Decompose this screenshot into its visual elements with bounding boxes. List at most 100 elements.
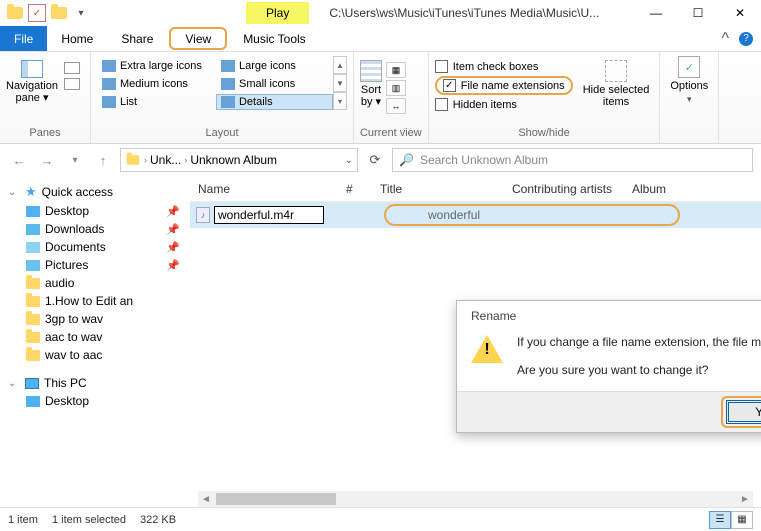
qat-dropdown-icon[interactable]: ▾ [72, 4, 90, 22]
pin-icon: 📌 [166, 241, 186, 254]
close-button[interactable]: ✕ [719, 0, 761, 26]
size-columns-button[interactable]: ↔ [386, 98, 406, 114]
ribbon-tabs: File Home Share View Music Tools ^ ? [0, 26, 761, 52]
column-headers: Name # Title Contributing artists Album [190, 176, 761, 202]
breadcrumb-dropdown-icon[interactable]: ⌄ [345, 155, 353, 166]
tree-downloads[interactable]: Downloads📌 [8, 220, 186, 238]
file-title-cell: wonderful [428, 208, 480, 222]
group-by-button[interactable]: ▦ [386, 62, 406, 78]
layout-scroll-more[interactable]: ▾ [333, 92, 347, 110]
tree-3gp[interactable]: 3gp to wav [8, 310, 186, 328]
navigation-tree: ⌄★Quick access Desktop📌 Downloads📌 Docum… [0, 176, 190, 476]
breadcrumb-segment[interactable]: Unk... [150, 153, 181, 167]
scroll-right-icon[interactable]: ► [737, 491, 753, 507]
layout-small-icons[interactable]: Small icons [216, 76, 333, 92]
sort-by-button[interactable]: Sort by ▾ [360, 60, 382, 114]
quick-access-toolbar: ✓ ▾ [0, 4, 96, 22]
folder-icon [127, 155, 140, 165]
tab-file[interactable]: File [0, 26, 47, 51]
tab-home[interactable]: Home [47, 26, 107, 51]
view-thumbnails-toggle[interactable]: ▦ [731, 511, 753, 529]
column-name[interactable]: Name [190, 182, 338, 196]
column-contributing-artists[interactable]: Contributing artists [504, 182, 624, 196]
preview-pane-button[interactable] [64, 62, 80, 74]
tree-documents[interactable]: Documents📌 [8, 238, 186, 256]
window-controls: — ☐ ✕ [635, 0, 761, 26]
recent-locations-icon[interactable]: ▾ [64, 149, 86, 171]
dialog-message-1: If you change a file name extension, the… [517, 335, 761, 349]
group-label-show-hide: Show/hide [435, 127, 654, 141]
maximize-button[interactable]: ☐ [677, 0, 719, 26]
status-item-count: 1 item [8, 514, 38, 526]
search-placeholder: Search Unknown Album [420, 153, 548, 167]
chevron-right-icon[interactable]: › [144, 155, 147, 165]
pin-icon: 📌 [166, 223, 186, 236]
breadcrumb[interactable]: › Unk... › Unknown Album ⌄ [120, 148, 358, 172]
pin-icon: 📌 [166, 205, 186, 218]
tab-share[interactable]: Share [107, 26, 167, 51]
up-button[interactable]: ↑ [92, 149, 114, 171]
tab-view[interactable]: View [169, 27, 227, 50]
folder-icon[interactable] [50, 4, 68, 22]
dialog-title: Rename [457, 301, 761, 325]
audio-file-icon [196, 207, 210, 223]
tree-aac[interactable]: aac to wav [8, 328, 186, 346]
yes-button[interactable]: Yes [726, 400, 761, 424]
file-name-extensions-toggle[interactable]: ✓File name extensions [435, 76, 573, 95]
hide-selected-items-button[interactable]: Hide selected items [579, 60, 654, 111]
window-title-path: C:\Users\ws\Music\iTunes\iTunes Media\Mu… [309, 6, 635, 20]
tree-quick-access[interactable]: ⌄★Quick access [8, 182, 186, 202]
horizontal-scrollbar[interactable]: ◄ ► [198, 491, 753, 507]
column-album[interactable]: Album [624, 182, 761, 196]
tab-music-tools[interactable]: Music Tools [229, 26, 319, 51]
item-check-boxes-toggle[interactable]: Item check boxes [435, 60, 573, 73]
status-bar: 1 item 1 item selected 322 KB ☰ ▦ [0, 507, 761, 531]
details-pane-button[interactable] [64, 78, 80, 90]
breadcrumb-segment[interactable]: Unknown Album [190, 153, 277, 167]
scroll-thumb[interactable] [216, 493, 336, 505]
title-bar: ✓ ▾ Play C:\Users\ws\Music\iTunes\iTunes… [0, 0, 761, 26]
layout-extra-large-icons[interactable]: Extra large icons [97, 58, 214, 74]
layout-scroll-down[interactable]: ▼ [333, 74, 347, 92]
hidden-items-toggle[interactable]: Hidden items [435, 98, 573, 111]
layout-scroll-up[interactable]: ▲ [333, 56, 347, 74]
contextual-tab-play[interactable]: Play [246, 2, 309, 24]
tree-desktop[interactable]: Desktop📌 [8, 202, 186, 220]
column-number[interactable]: # [338, 182, 372, 196]
layout-large-icons[interactable]: Large icons [216, 58, 333, 74]
hide-icon [605, 60, 627, 82]
tree-audio[interactable]: audio [8, 274, 186, 292]
add-columns-button[interactable]: ▥ [386, 80, 406, 96]
tree-this-pc[interactable]: ⌄This PC [8, 374, 186, 392]
layout-list[interactable]: List [97, 94, 214, 110]
refresh-button[interactable]: ⟳ [364, 149, 386, 171]
tree-howto[interactable]: 1.How to Edit an [8, 292, 186, 310]
tree-wav[interactable]: wav to aac [8, 346, 186, 364]
qat-properties-icon[interactable]: ✓ [28, 4, 46, 22]
tree-pictures[interactable]: Pictures📌 [8, 256, 186, 274]
main-area: ⌄★Quick access Desktop📌 Downloads📌 Docum… [0, 176, 761, 476]
column-title[interactable]: Title [372, 182, 504, 196]
tree-desktop-pc[interactable]: Desktop [8, 392, 186, 410]
group-label-panes: Panes [0, 127, 90, 141]
view-details-toggle[interactable]: ☰ [709, 511, 731, 529]
group-label-layout: Layout [97, 127, 347, 141]
rename-input[interactable] [214, 206, 324, 224]
ribbon-collapse-icon[interactable]: ^ [721, 30, 729, 48]
scroll-left-icon[interactable]: ◄ [198, 491, 214, 507]
group-label-current-view: Current view [360, 127, 422, 141]
chevron-right-icon[interactable]: › [184, 155, 187, 165]
help-icon[interactable]: ? [739, 32, 753, 46]
layout-medium-icons[interactable]: Medium icons [97, 76, 214, 92]
layout-details[interactable]: Details [216, 94, 333, 110]
address-bar: ← → ▾ ↑ › Unk... › Unknown Album ⌄ ⟳ 🔍 S… [0, 144, 761, 176]
warning-icon: ! [471, 335, 503, 363]
back-button[interactable]: ← [8, 149, 30, 171]
search-input[interactable]: 🔍 Search Unknown Album [392, 148, 753, 172]
sort-icon [360, 60, 382, 82]
file-row[interactable]: wonderful [190, 202, 761, 228]
forward-button[interactable]: → [36, 149, 58, 171]
minimize-button[interactable]: — [635, 0, 677, 26]
ribbon: Navigation pane ▾ Panes Extra large icon… [0, 52, 761, 144]
options-button[interactable]: Options ▾ [666, 56, 712, 105]
